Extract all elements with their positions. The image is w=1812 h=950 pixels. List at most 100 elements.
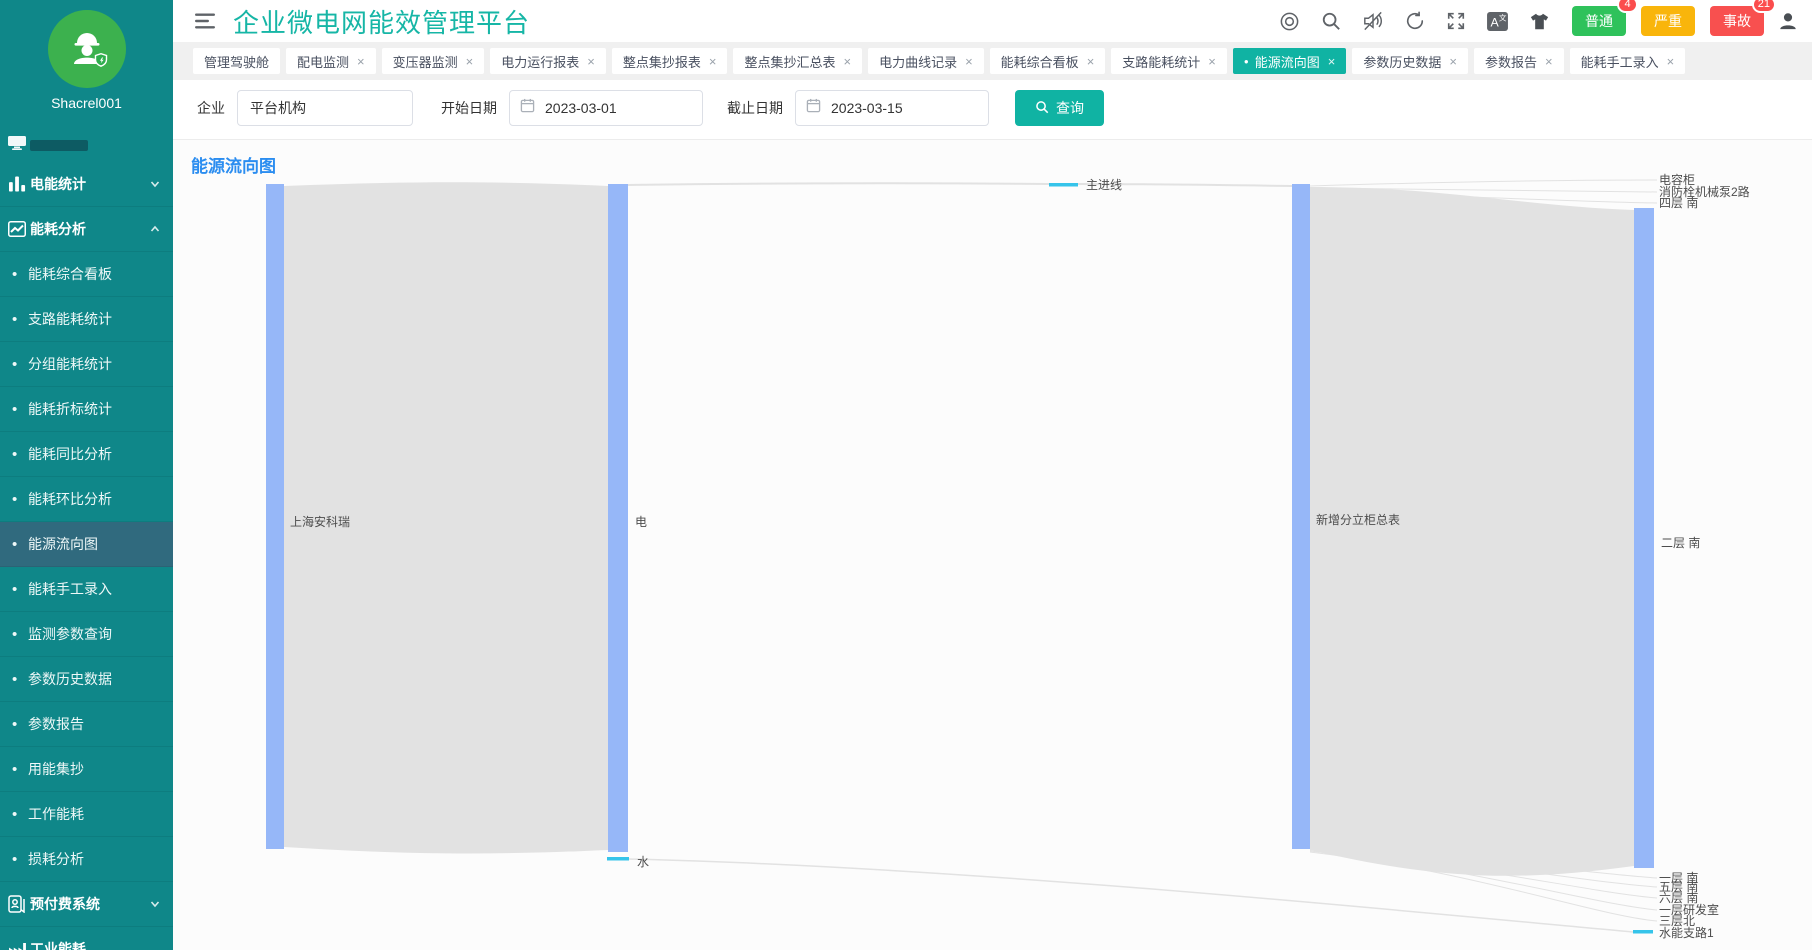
sidebar-item-9[interactable]: •能源流向图 bbox=[0, 522, 173, 567]
sidebar-item-11[interactable]: •监测参数查询 bbox=[0, 612, 173, 657]
tab-1[interactable]: 配电监测× bbox=[286, 48, 376, 74]
bullet-icon: • bbox=[12, 582, 28, 597]
sidebar-item-label: 预付费系统 bbox=[30, 894, 149, 914]
tab-6[interactable]: 电力曲线记录× bbox=[868, 48, 984, 74]
sidebar-item-18[interactable]: 工业能耗 bbox=[0, 927, 173, 950]
search-icon[interactable] bbox=[1321, 11, 1341, 31]
search-icon bbox=[1035, 100, 1049, 117]
enterprise-input[interactable] bbox=[237, 90, 413, 126]
sankey-node-4[interactable] bbox=[1292, 184, 1310, 849]
alarm-button-2[interactable]: 事故21 bbox=[1710, 6, 1764, 36]
clipped-menu-text bbox=[30, 140, 88, 151]
sankey-node-14[interactable] bbox=[1633, 930, 1653, 934]
tab-close-icon[interactable]: × bbox=[466, 55, 474, 68]
sidebar-item-7[interactable]: •能耗同比分析 bbox=[0, 432, 173, 477]
sidebar-item-12[interactable]: •参数历史数据 bbox=[0, 657, 173, 702]
user-block: Shacrel001 bbox=[0, 0, 173, 136]
sankey-node-label: 水 bbox=[637, 855, 649, 869]
tab-4[interactable]: 整点集抄报表× bbox=[612, 48, 728, 74]
sidebar-item-17[interactable]: 预付费系统 bbox=[0, 882, 173, 927]
tab-7[interactable]: 能耗综合看板× bbox=[990, 48, 1106, 74]
tab-8[interactable]: 支路能耗统计 × bbox=[1111, 48, 1227, 74]
tab-label: 支路能耗统计 bbox=[1122, 52, 1200, 71]
tab-close-icon[interactable]: × bbox=[709, 55, 717, 68]
sidebar-item-label: 电能统计 bbox=[30, 174, 149, 194]
help-icon[interactable] bbox=[1279, 11, 1300, 32]
sankey-node-1[interactable] bbox=[608, 184, 628, 852]
alarm-count-badge: 21 bbox=[1752, 0, 1776, 13]
sidebar-item-16[interactable]: •损耗分析 bbox=[0, 837, 173, 882]
tab-close-icon[interactable]: × bbox=[843, 55, 851, 68]
tab-close-icon[interactable]: × bbox=[1545, 55, 1553, 68]
sidebar-item-2[interactable]: 能耗分析 bbox=[0, 207, 173, 252]
tab-close-icon[interactable]: × bbox=[1667, 55, 1675, 68]
tab-9[interactable]: ●能源流向图× bbox=[1233, 48, 1346, 74]
tab-close-icon[interactable]: × bbox=[1449, 55, 1457, 68]
sidebar-item-label: 参数报告 bbox=[28, 714, 161, 734]
fullscreen-icon[interactable] bbox=[1446, 11, 1466, 31]
bullet-icon: • bbox=[12, 627, 28, 642]
sidebar-item-13[interactable]: •参数报告 bbox=[0, 702, 173, 747]
tab-label: 整点集抄汇总表 bbox=[744, 52, 835, 71]
sidebar-item-label: 分组能耗统计 bbox=[28, 354, 161, 374]
sidebar-item-14[interactable]: •用能集抄 bbox=[0, 747, 173, 792]
tab-close-icon[interactable]: × bbox=[1087, 55, 1095, 68]
mute-icon[interactable] bbox=[1362, 11, 1384, 31]
tab-label: 能源流向图 bbox=[1255, 52, 1320, 71]
sankey-node-3[interactable] bbox=[1049, 183, 1078, 187]
query-button[interactable]: 查询 bbox=[1015, 90, 1104, 126]
tab-close-icon[interactable]: × bbox=[357, 55, 365, 68]
refresh-icon[interactable] bbox=[1405, 11, 1425, 31]
sankey-node-label: 二层 南 bbox=[1661, 535, 1700, 550]
sidebar-item-10[interactable]: •能耗手工录入 bbox=[0, 567, 173, 612]
bullet-icon: • bbox=[12, 357, 28, 372]
sidebar-item-4[interactable]: •支路能耗统计 bbox=[0, 297, 173, 342]
sidebar-menu: 电能统计能耗分析•能耗综合看板•支路能耗统计•分组能耗统计•能耗折标统计•能耗同… bbox=[0, 136, 173, 950]
sidebar-item-3[interactable]: •能耗综合看板 bbox=[0, 252, 173, 297]
sidebar-item-5[interactable]: •分组能耗统计 bbox=[0, 342, 173, 387]
start-date-picker[interactable] bbox=[509, 90, 703, 126]
bar-chart-icon bbox=[4, 176, 30, 192]
sankey-node-0[interactable] bbox=[266, 184, 284, 849]
card-icon bbox=[4, 895, 30, 913]
factory-icon bbox=[4, 942, 30, 950]
svg-text:文: 文 bbox=[1499, 12, 1507, 22]
tab-strip: 管理驾驶舱配电监测×变压器监测×电力运行报表×整点集抄报表×整点集抄汇总表×电力… bbox=[173, 42, 1812, 80]
hamburger-icon[interactable] bbox=[195, 12, 217, 30]
alarm-button-1[interactable]: 严重 bbox=[1641, 6, 1695, 36]
sidebar-item-8[interactable]: •能耗环比分析 bbox=[0, 477, 173, 522]
sidebar-item-label: 能耗综合看板 bbox=[28, 264, 161, 284]
tab-5[interactable]: 整点集抄汇总表 × bbox=[733, 48, 862, 74]
tab-2[interactable]: 变压器监测× bbox=[382, 48, 485, 74]
sidebar-item-label: 能耗环比分析 bbox=[28, 489, 161, 509]
tab-12[interactable]: 能耗手工录入× bbox=[1570, 48, 1686, 74]
tab-close-icon[interactable]: × bbox=[587, 55, 595, 68]
tab-10[interactable]: 参数历史数据× bbox=[1352, 48, 1468, 74]
sidebar-item-1[interactable]: 电能统计 bbox=[0, 162, 173, 207]
sidebar-item-label: 能耗分析 bbox=[30, 219, 149, 239]
translate-icon[interactable]: A文 bbox=[1487, 12, 1508, 31]
tab-close-icon[interactable]: × bbox=[1328, 55, 1336, 68]
sankey-node-label: 四层 南 bbox=[1659, 195, 1698, 210]
tab-close-icon[interactable]: × bbox=[1208, 55, 1216, 68]
sankey-node-label: 水能支路1 bbox=[1659, 925, 1714, 940]
sankey-node-2[interactable] bbox=[607, 857, 629, 861]
theme-icon[interactable] bbox=[1529, 12, 1550, 31]
sidebar-item-0[interactable] bbox=[0, 136, 173, 162]
tab-0[interactable]: 管理驾驶舱 bbox=[193, 48, 280, 74]
end-date-picker[interactable] bbox=[795, 90, 989, 126]
sankey-node-5[interactable] bbox=[1634, 208, 1654, 868]
alarm-button-0[interactable]: 普通4 bbox=[1572, 6, 1626, 36]
content-area: 能源流向图 上海安科瑞电水主进线新增分立柜总表二层 南电容柜消防栓机械泵2路四层… bbox=[173, 140, 1812, 950]
end-date-input[interactable] bbox=[829, 99, 953, 117]
user-icon[interactable] bbox=[1778, 11, 1798, 31]
tab-close-icon[interactable]: × bbox=[965, 55, 973, 68]
start-date-input[interactable] bbox=[543, 99, 667, 117]
sidebar-item-15[interactable]: •工作能耗 bbox=[0, 792, 173, 837]
tab-3[interactable]: 电力运行报表× bbox=[490, 48, 606, 74]
avatar[interactable] bbox=[48, 10, 126, 88]
sidebar-item-6[interactable]: •能耗折标统计 bbox=[0, 387, 173, 432]
sankey-node-label: 电 bbox=[635, 515, 647, 529]
alarm-buttons: 普通4 严重事故21 bbox=[1572, 6, 1764, 36]
tab-11[interactable]: 参数报告× bbox=[1474, 48, 1564, 74]
